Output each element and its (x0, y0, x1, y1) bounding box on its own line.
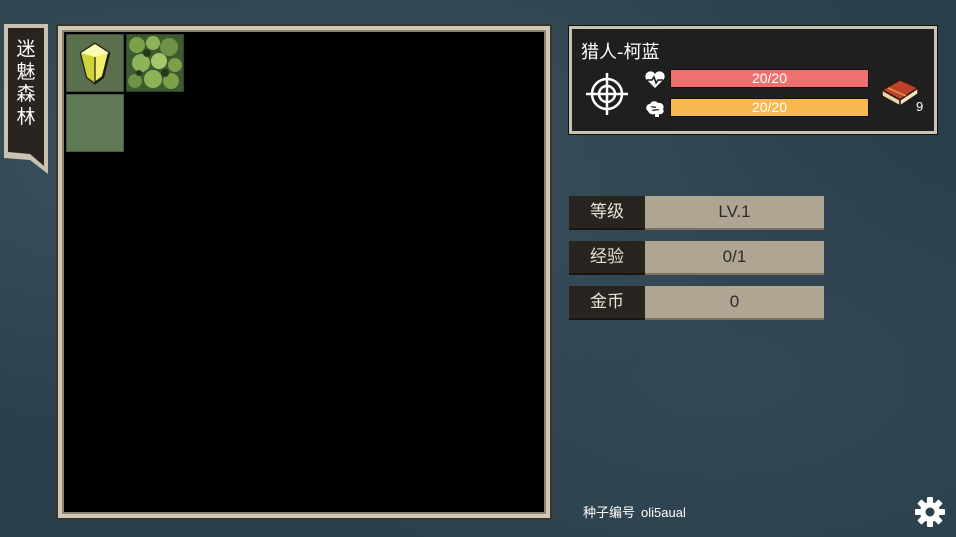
map-frame (56, 24, 552, 520)
map-view[interactable] (64, 32, 544, 512)
gear-icon[interactable] (913, 495, 947, 529)
crosshair-icon (586, 73, 628, 115)
crystal-icon (79, 42, 111, 85)
map-tile-forest[interactable] (126, 34, 184, 92)
map-tile-crystal[interactable] (66, 34, 124, 92)
map-tile-grass[interactable] (66, 94, 124, 152)
seed-label: 种子编号 (583, 506, 636, 521)
inventory-count: 9 (916, 99, 924, 114)
stat-gold: 金币 0 (569, 286, 824, 320)
stat-exp-label: 经验 (569, 241, 645, 275)
stat-level: 等级 LV.1 (569, 196, 824, 230)
area-name: 迷魅森林 (16, 38, 36, 128)
seed-value: oli5aual (641, 505, 686, 520)
forest-icon (128, 36, 182, 89)
book-icon[interactable] (880, 76, 920, 110)
hp-bar: 20/20 (670, 69, 869, 88)
stat-level-value: LV.1 (645, 196, 824, 230)
heart-icon (645, 71, 665, 88)
stat-gold-value: 0 (645, 286, 824, 320)
stat-exp-value: 0/1 (645, 241, 824, 275)
area-banner: 迷魅森林 (4, 24, 48, 174)
stat-gold-label: 金币 (569, 286, 645, 320)
stat-level-label: 等级 (569, 196, 645, 230)
character-card: 猎人-柯蓝 20/20 20/20 9 (568, 25, 938, 135)
sp-bar: 20/20 (670, 98, 869, 117)
seed-info: 种子编号 oli5aual (583, 502, 686, 521)
character-name: 猎人-柯蓝 (581, 42, 660, 63)
brain-icon (646, 101, 664, 117)
stat-exp: 经验 0/1 (569, 241, 824, 275)
